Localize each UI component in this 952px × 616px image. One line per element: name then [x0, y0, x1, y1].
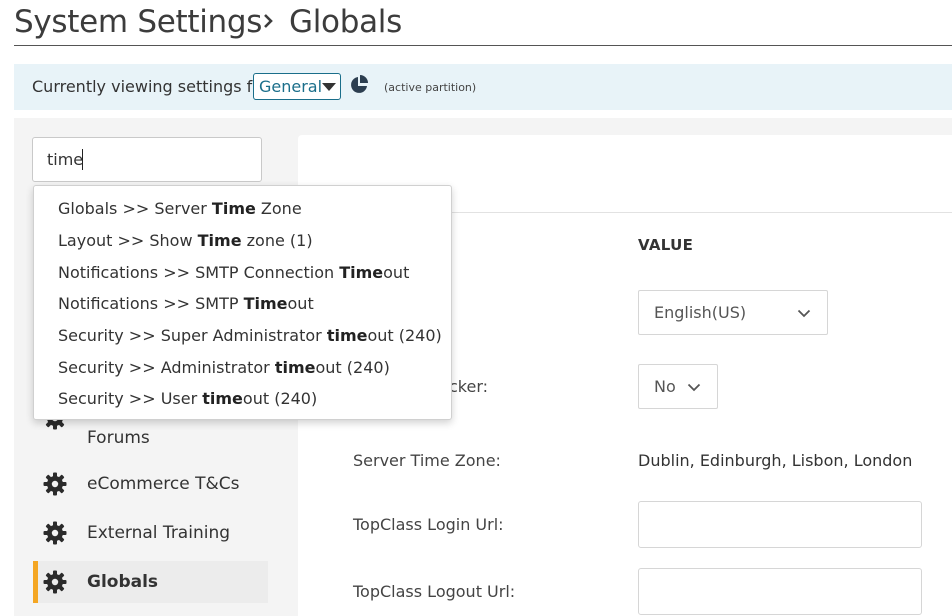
sidebar-item-label: Forums [87, 428, 150, 448]
suggestion-item[interactable]: Globals >> Server Time Zone [58, 199, 302, 218]
sidebar-item-ecommerce-tcs[interactable]: eCommerce T&Cs [33, 470, 268, 500]
breadcrumb-system-settings[interactable]: System Settings [14, 4, 262, 40]
suggestion-item[interactable]: Security >> User timeout (240) [58, 389, 317, 408]
suggestion-item[interactable]: Notifications >> SMTP Connection Timeout [58, 263, 409, 282]
server-time-zone-label: Server Time Zone: [353, 451, 501, 470]
partition-label: Currently viewing settings for [32, 77, 269, 96]
page-header: System Settings Globals [14, 0, 952, 46]
chevron-right-icon [264, 14, 273, 28]
gear-icon [43, 472, 67, 496]
caret-down-icon [322, 83, 336, 91]
date-picker-select-value: No [654, 377, 676, 396]
partition-bar: Currently viewing settings for General (… [14, 64, 952, 110]
suggestion-item[interactable]: Security >> Super Administrator timeout … [58, 326, 442, 345]
chevron-down-icon [687, 383, 701, 392]
sidebar-item-globals[interactable]: Globals [33, 561, 268, 603]
value-column-header: VALUE [638, 236, 694, 254]
language-select[interactable]: English(US) [638, 290, 828, 335]
active-partition-note: (active partition) [384, 81, 477, 94]
partition-select[interactable]: General [253, 73, 341, 100]
chevron-down-icon [797, 309, 811, 318]
settings-search-input[interactable] [32, 137, 262, 182]
suggestion-item[interactable]: Notifications >> SMTP Timeout [58, 294, 314, 313]
login-url-label: TopClass Login Url: [353, 515, 504, 534]
server-time-zone-value[interactable]: Dublin, Edinburgh, Lisbon, London [638, 451, 912, 470]
suggestion-item[interactable]: Layout >> Show Time zone (1) [58, 231, 313, 250]
page-title: Globals [289, 4, 402, 40]
sidebar-item-label: Globals [87, 572, 159, 592]
language-select-value: English(US) [654, 303, 747, 322]
date-picker-select[interactable]: No [638, 364, 718, 409]
gear-icon [43, 521, 67, 545]
partition-selected-value: General [259, 77, 323, 96]
search-suggestions-dropdown: Globals >> Server Time Zone Layout >> Sh… [33, 185, 452, 420]
sidebar-item-external-training[interactable]: External Training [33, 519, 268, 549]
logout-url-input[interactable] [638, 568, 922, 615]
pie-chart-icon[interactable] [349, 75, 369, 95]
sidebar-item-label: External Training [87, 523, 231, 543]
sidebar-item-label: eCommerce T&Cs [87, 474, 240, 494]
login-url-input[interactable] [638, 501, 922, 548]
suggestion-item[interactable]: Security >> Administrator timeout (240) [58, 358, 390, 377]
gear-icon [43, 570, 67, 594]
text-cursor [82, 149, 83, 170]
logout-url-label: TopClass Logout Url: [353, 582, 516, 601]
